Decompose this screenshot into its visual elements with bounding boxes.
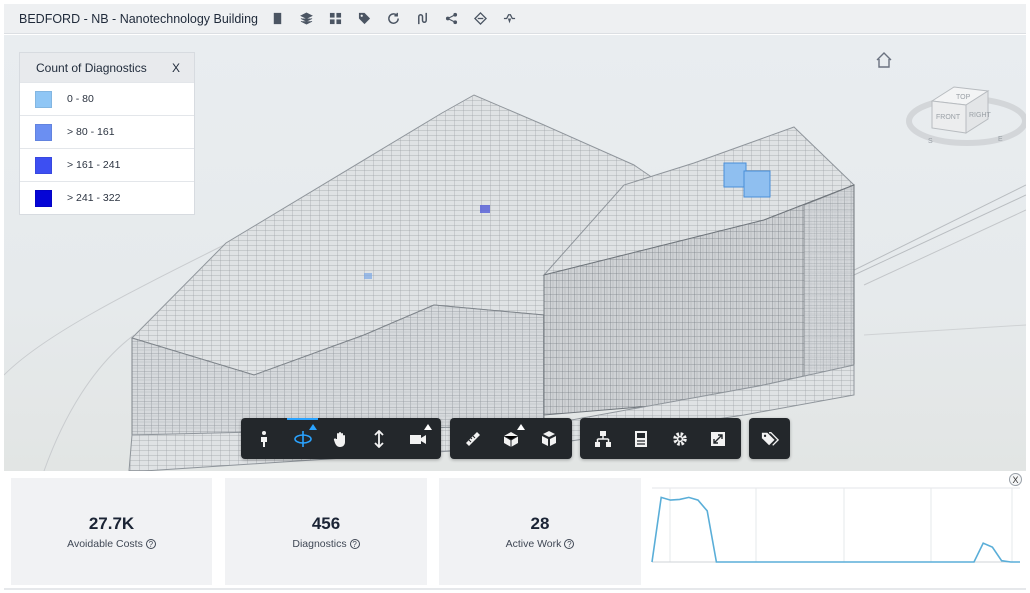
properties-icon[interactable] bbox=[622, 418, 660, 459]
legend-title: Count of Diagnostics bbox=[36, 60, 147, 75]
layers-icon[interactable] bbox=[295, 8, 317, 30]
header-bar: BEDFORD - NB - Nanotechnology Building bbox=[4, 4, 1026, 34]
tags-icon[interactable] bbox=[749, 418, 790, 459]
section-icon[interactable] bbox=[492, 418, 530, 459]
walk-icon[interactable] bbox=[245, 418, 283, 459]
pan-icon[interactable] bbox=[322, 418, 360, 459]
legend-label: 0 - 80 bbox=[67, 93, 94, 105]
help-icon[interactable]: ? bbox=[145, 538, 156, 549]
compass-s: S bbox=[928, 138, 933, 145]
building-icon[interactable] bbox=[266, 8, 288, 30]
legend-close-button[interactable]: X bbox=[172, 61, 180, 75]
page-title: BEDFORD - NB - Nanotechnology Building bbox=[19, 11, 258, 26]
metric-card-avoidable-costs[interactable]: 27.7K Avoidable Costs? bbox=[11, 478, 212, 585]
grid-icon[interactable] bbox=[324, 8, 346, 30]
model-tools-toolbar bbox=[450, 418, 572, 459]
legend-label: > 161 - 241 bbox=[67, 159, 121, 171]
metric-card-diagnostics[interactable]: 456 Diagnostics? bbox=[225, 478, 427, 585]
scan-icon[interactable] bbox=[469, 8, 491, 30]
compass-e: E bbox=[998, 136, 1003, 143]
divider bbox=[4, 588, 1026, 590]
legend-swatch bbox=[35, 90, 52, 108]
navigation-toolbar bbox=[241, 418, 441, 459]
flow-icon[interactable] bbox=[498, 8, 520, 30]
data-toolbar bbox=[580, 418, 741, 459]
model-viewer[interactable]: Count of Diagnostics X 0 - 80 > 80 - 161… bbox=[4, 35, 1026, 471]
metric-value: 27.7K bbox=[88, 513, 135, 533]
help-icon[interactable]: ? bbox=[564, 538, 575, 549]
orbit-icon[interactable] bbox=[283, 418, 321, 459]
legend-swatch bbox=[35, 189, 52, 207]
metric-label-text: Active Work bbox=[505, 537, 562, 550]
header-toolbar bbox=[266, 8, 527, 30]
metric-value: 456 bbox=[311, 513, 341, 533]
metric-label: Diagnostics? bbox=[292, 537, 360, 550]
refresh-icon[interactable] bbox=[382, 8, 404, 30]
viewcube[interactable]: TOP FRONT RIGHT S E bbox=[906, 73, 1026, 153]
legend-item: > 80 - 161 bbox=[20, 115, 194, 148]
legend-swatch bbox=[35, 123, 52, 141]
explode-icon[interactable] bbox=[530, 418, 568, 459]
app-window: BEDFORD - NB - Nanotechnology Building C… bbox=[0, 0, 1030, 593]
trend-chart bbox=[651, 487, 1020, 563]
home-icon[interactable] bbox=[874, 51, 894, 69]
legend-item: 0 - 80 bbox=[20, 82, 194, 115]
viewcube-top: TOP bbox=[956, 94, 971, 101]
series-line bbox=[651, 496, 1020, 563]
route-icon[interactable] bbox=[411, 8, 433, 30]
camera-icon[interactable] bbox=[399, 418, 437, 459]
settings-icon[interactable] bbox=[661, 418, 699, 459]
legend-label: > 80 - 161 bbox=[67, 126, 115, 138]
help-icon[interactable]: ? bbox=[349, 538, 360, 549]
metric-label-text: Avoidable Costs bbox=[67, 537, 143, 550]
legend-label: > 241 - 322 bbox=[67, 192, 121, 204]
metric-value: 28 bbox=[530, 513, 550, 533]
viewcube-right: RIGHT bbox=[969, 112, 992, 119]
metric-card-active-work[interactable]: 28 Active Work? bbox=[439, 478, 641, 585]
dolly-icon[interactable] bbox=[360, 418, 398, 459]
metric-label-text: Diagnostics bbox=[292, 537, 347, 550]
metric-label: Avoidable Costs? bbox=[67, 538, 156, 550]
legend-item: > 161 - 241 bbox=[20, 148, 194, 181]
tags-toolbar bbox=[749, 418, 790, 459]
legend-item: > 241 - 322 bbox=[20, 181, 194, 214]
legend-header: Count of Diagnostics X bbox=[20, 53, 194, 82]
share-icon[interactable] bbox=[440, 8, 462, 30]
fullscreen-icon[interactable] bbox=[699, 418, 737, 459]
legend-panel: Count of Diagnostics X 0 - 80 > 80 - 161… bbox=[19, 52, 195, 215]
tag-icon[interactable] bbox=[353, 8, 375, 30]
viewcube-front: FRONT bbox=[936, 114, 961, 121]
model-browser-icon[interactable] bbox=[584, 418, 622, 459]
metric-label: Active Work? bbox=[506, 538, 575, 550]
measure-icon[interactable] bbox=[454, 418, 492, 459]
legend-swatch bbox=[35, 156, 52, 174]
